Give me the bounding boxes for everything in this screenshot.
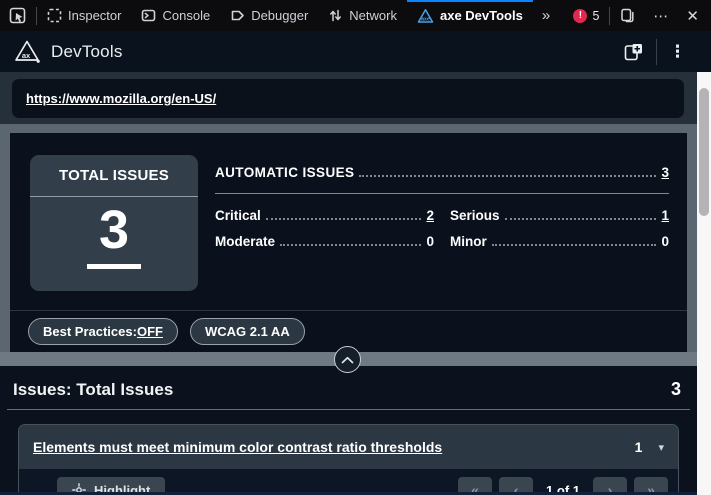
tab-axe-devtools[interactable]: axe axe DevTools [407,0,533,31]
dot-leader [492,244,657,246]
severity-value: 0 [661,234,669,249]
svg-text:axe: axe [421,16,430,22]
issue-card-header[interactable]: Elements must meet minimum color contras… [19,425,678,469]
tab-network-label: Network [349,8,397,23]
tab-console-label: Console [162,8,210,23]
tabbar-end-controls: ! 5 ⋯ ✕ [565,0,711,31]
dot-leader [280,244,421,246]
axe-logo-icon: ax [14,39,41,64]
issues-divider [7,409,690,410]
scrollbar-track[interactable] [697,72,711,495]
severity-label: Moderate [215,234,275,249]
severity-value-link[interactable]: 1 [661,208,669,223]
dot-leader [266,218,422,220]
severity-row-moderate: Moderate 0 [215,234,434,249]
summary-metrics: AUTOMATIC ISSUES 3 Critical 2 Serious 1 … [215,165,669,249]
chevron-up-icon [341,356,354,364]
automatic-issues-value-link[interactable]: 3 [661,165,669,180]
severity-label: Critical [215,208,261,223]
scanned-url-link[interactable]: https://www.mozilla.org/en-US/ [26,91,216,106]
meatball-menu-button[interactable]: ⋯ [645,0,676,31]
scrollbar-thumb[interactable] [699,88,709,216]
error-count: 5 [592,9,599,23]
scanned-url-pill: https://www.mozilla.org/en-US/ [12,79,684,118]
scanned-url-section: https://www.mozilla.org/en-US/ [0,72,697,124]
tab-debugger-label: Debugger [251,8,308,23]
severity-row-critical: Critical 2 [215,208,434,223]
issue-count: 1 [635,439,659,455]
chevron-down-icon[interactable]: ▾ [658,441,664,454]
devtools-tabbar: Inspector Console Debugger Network axe a… [0,0,711,31]
scan-option-badges: Best Practices: OFF WCAG 2.1 AA [28,318,305,345]
severity-row-serious: Serious 1 [450,208,669,223]
tab-debugger[interactable]: Debugger [220,0,318,31]
tabbar-separator [609,7,610,25]
console-icon [141,8,156,23]
svg-text:ax: ax [22,51,31,60]
element-picker-icon [9,7,26,24]
automatic-issues-label: AUTOMATIC ISSUES [215,165,354,180]
automatic-issues-row: AUTOMATIC ISSUES 3 [215,165,669,180]
close-devtools-button[interactable]: ✕ [678,0,707,31]
issue-rule-link[interactable]: Elements must meet minimum color contras… [33,439,442,455]
axe-devtools-header: ax DevTools ⋮ [0,31,711,72]
dot-leader [359,175,656,177]
tabs-overflow-button[interactable]: » [533,0,559,31]
wcag-label: WCAG 2.1 AA [205,324,290,339]
severity-value: 0 [426,234,434,249]
issue-card: Elements must meet minimum color contras… [18,424,679,495]
best-practices-state-link: OFF [137,324,163,339]
devtools-window: Inspector Console Debugger Network axe a… [0,0,711,495]
metrics-divider [215,193,669,194]
collapse-summary-button[interactable] [334,346,361,373]
responsive-design-icon [620,8,635,23]
total-issues-value-link[interactable]: 3 [87,201,141,269]
tab-network[interactable]: Network [318,0,407,31]
issues-total-count: 3 [671,379,681,400]
summary-panel: TOTAL ISSUES 3 AUTOMATIC ISSUES 3 Critic… [10,133,687,352]
best-practices-badge[interactable]: Best Practices: OFF [28,318,178,345]
inspector-icon [47,8,62,23]
error-icon: ! [573,9,587,23]
header-actions: ⋮ [610,39,699,65]
axe-logo-icon: axe [417,8,434,24]
total-issues-card: TOTAL ISSUES 3 [30,155,198,291]
extension-title: DevTools [51,42,123,62]
summary-divider [10,310,687,311]
tab-console[interactable]: Console [131,0,220,31]
severity-label: Serious [450,208,500,223]
issues-section: Issues: Total Issues 3 Elements must mee… [0,366,697,495]
issues-heading: Issues: Total Issues [13,380,173,400]
tab-inspector-label: Inspector [68,8,121,23]
network-icon [328,8,343,23]
total-issues-label: TOTAL ISSUES [30,155,198,197]
tab-inspector[interactable]: Inspector [37,0,131,31]
best-practices-label: Best Practices: [43,324,137,339]
new-scan-button[interactable] [610,41,656,63]
element-picker-button[interactable] [0,0,36,31]
error-count-button[interactable]: ! 5 [565,9,607,23]
axe-brand: ax DevTools [14,39,123,64]
kebab-menu-button[interactable]: ⋮ [657,42,699,62]
tab-axe-devtools-label: axe DevTools [440,8,523,23]
severity-value-link[interactable]: 2 [426,208,434,223]
add-page-icon [622,41,644,63]
debugger-icon [230,8,245,23]
wcag-badge[interactable]: WCAG 2.1 AA [190,318,305,345]
severity-label: Minor [450,234,487,249]
severity-grid: Critical 2 Serious 1 Moderate 0 Minor [215,208,669,249]
dot-leader [505,218,657,220]
severity-row-minor: Minor 0 [450,234,669,249]
responsive-design-mode-button[interactable] [612,0,643,31]
